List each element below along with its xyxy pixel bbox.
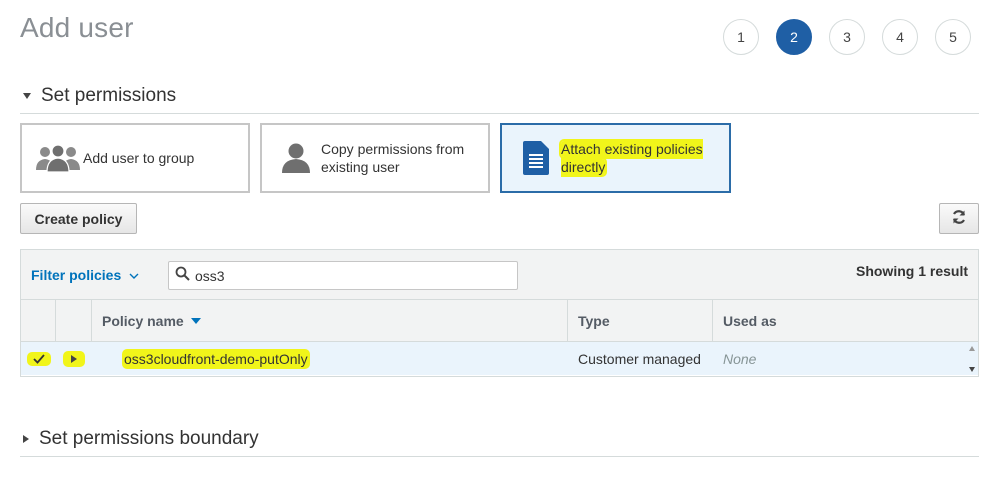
user-group-icon xyxy=(33,143,83,173)
row-scrollbar[interactable] xyxy=(968,346,976,372)
policy-name-cell[interactable]: oss3cloudfront-demo-putOnly xyxy=(92,342,568,375)
policy-search-box[interactable] xyxy=(168,261,518,290)
policy-used-as-cell: None xyxy=(723,350,757,367)
refresh-icon xyxy=(951,209,967,228)
step-3[interactable]: 3 xyxy=(829,19,865,55)
set-permissions-label: Set permissions xyxy=(41,85,177,106)
copy-permissions-label: Copy permissions from existing user xyxy=(321,141,465,175)
search-icon xyxy=(175,266,190,286)
header-expand-cell xyxy=(56,300,92,341)
table-row[interactable]: oss3cloudfront-demo-putOnly Customer man… xyxy=(21,342,978,375)
attach-policies-option[interactable]: Attach existing policies directly xyxy=(500,123,731,193)
policy-name-link[interactable]: oss3cloudfront-demo-putOnly xyxy=(124,350,308,367)
add-user-to-group-option[interactable]: Add user to group xyxy=(20,123,250,193)
row-checkbox[interactable] xyxy=(21,342,56,375)
scroll-down-icon[interactable] xyxy=(969,367,975,372)
filter-policies-label: Filter policies xyxy=(31,267,122,283)
set-permissions-header[interactable]: Set permissions xyxy=(20,85,979,114)
column-used-as[interactable]: Used as xyxy=(713,300,978,341)
column-type[interactable]: Type xyxy=(568,300,713,341)
refresh-button[interactable] xyxy=(939,203,979,234)
step-1[interactable]: 1 xyxy=(723,19,759,55)
policy-table: Filter policies Showing 1 result Policy … xyxy=(20,249,979,377)
step-indicator: 1 2 3 4 5 xyxy=(723,19,971,55)
create-policy-button[interactable]: Create policy xyxy=(20,203,137,234)
result-count: Showing 1 result xyxy=(855,263,968,279)
attach-policies-label: Attach existing policies directly xyxy=(561,140,711,176)
step-2[interactable]: 2 xyxy=(776,19,812,55)
page-title: Add user xyxy=(20,12,134,43)
set-permissions-boundary-label: Set permissions boundary xyxy=(39,428,259,449)
scroll-up-icon[interactable] xyxy=(969,346,975,351)
attach-policies-text: Attach existing policies directly xyxy=(561,141,703,175)
checkmark-icon xyxy=(28,353,49,364)
caret-right-icon xyxy=(23,435,29,443)
table-header: Policy name Type Used as xyxy=(21,300,978,342)
policy-search-input[interactable] xyxy=(195,267,495,284)
set-permissions-boundary-header[interactable]: Set permissions boundary xyxy=(20,428,979,457)
sort-desc-icon[interactable] xyxy=(190,317,201,324)
row-expand-toggle[interactable] xyxy=(56,342,92,375)
add-user-to-group-label: Add user to group xyxy=(83,150,195,166)
step-4[interactable]: 4 xyxy=(882,19,918,55)
policy-type-cell: Customer managed xyxy=(578,350,701,367)
caret-right-icon xyxy=(65,352,83,365)
step-5[interactable]: 5 xyxy=(935,19,971,55)
policy-table-toolbar: Filter policies Showing 1 result xyxy=(21,250,978,300)
user-icon xyxy=(278,142,314,174)
filter-policies-dropdown[interactable]: Filter policies xyxy=(31,267,139,283)
caret-down-icon xyxy=(23,93,31,99)
column-policy-name-label: Policy name xyxy=(102,312,184,329)
column-policy-name[interactable]: Policy name xyxy=(92,300,568,341)
header-select-cell xyxy=(21,300,56,341)
document-icon xyxy=(518,140,554,176)
copy-permissions-option[interactable]: Copy permissions from existing user xyxy=(260,123,490,193)
chevron-down-icon xyxy=(129,267,139,283)
